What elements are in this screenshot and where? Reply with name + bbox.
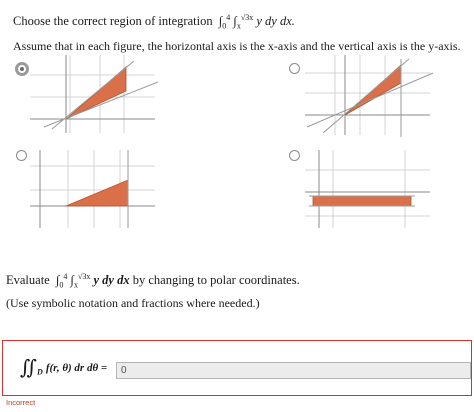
option-b-figure[interactable] — [305, 55, 435, 140]
integral-expression-2: ∫04 ∫x√3x y dy dx — [52, 272, 130, 290]
outer-lower-limit-2: 0 — [59, 280, 64, 290]
question-2-prefix: Evaluate — [6, 273, 50, 288]
option-d-figure[interactable] — [305, 150, 435, 230]
option-c-radio[interactable] — [16, 150, 27, 161]
shaded-region — [65, 179, 129, 207]
axes — [30, 150, 155, 228]
double-integral-label: ∬D f(r, θ) dr dθ = — [20, 355, 107, 380]
option-d-radio[interactable] — [289, 150, 300, 161]
answer-input[interactable]: 0 — [116, 362, 471, 379]
integral-expression-1: ∫04 ∫x√3x y dy dx. — [215, 13, 295, 31]
incorrect-status: Incorrect — [6, 398, 36, 407]
grid-lines — [30, 55, 155, 133]
question-2-hint: (Use symbolic notation and fractions whe… — [6, 296, 260, 310]
grid-lines — [305, 150, 430, 228]
option-a-figure[interactable] — [30, 55, 160, 135]
region-label: D — [37, 367, 43, 377]
axes — [30, 55, 155, 133]
answer-box: ∬D f(r, θ) dr dθ = 0 — [2, 340, 472, 396]
question-2-suffix: by changing to polar coordinates. — [132, 273, 300, 288]
double-integral-symbol: ∬ — [20, 357, 38, 379]
inner-upper-limit: √3x — [240, 13, 254, 22]
inner-lower-limit-2: x — [73, 280, 78, 290]
option-a-radio[interactable] — [15, 62, 29, 76]
outer-upper-limit-2: 4 — [63, 272, 68, 281]
shaded-region — [312, 195, 412, 207]
outer-lower-limit: 0 — [222, 21, 227, 31]
question-1-text: Choose the correct region of integration… — [13, 13, 295, 31]
inner-upper-limit-2: √3x — [77, 272, 91, 281]
polar-integrand: f(r, θ) dr dθ = — [45, 362, 108, 374]
option-c-figure[interactable] — [30, 150, 160, 230]
question-1-prefix: Choose the correct region of integration — [13, 14, 213, 29]
integrand: y dy dx. — [256, 14, 295, 29]
outer-upper-limit: 4 — [226, 13, 231, 22]
grid-lines — [30, 150, 155, 228]
integrand-2: y dy dx — [93, 273, 130, 288]
option-b-radio[interactable] — [289, 63, 300, 74]
question-2-text: Evaluate ∫04 ∫x√3x y dy dx by changing t… — [6, 272, 300, 290]
question-1-note: Assume that in each figure, the horizont… — [13, 39, 461, 53]
inner-lower-limit: x — [236, 21, 241, 31]
